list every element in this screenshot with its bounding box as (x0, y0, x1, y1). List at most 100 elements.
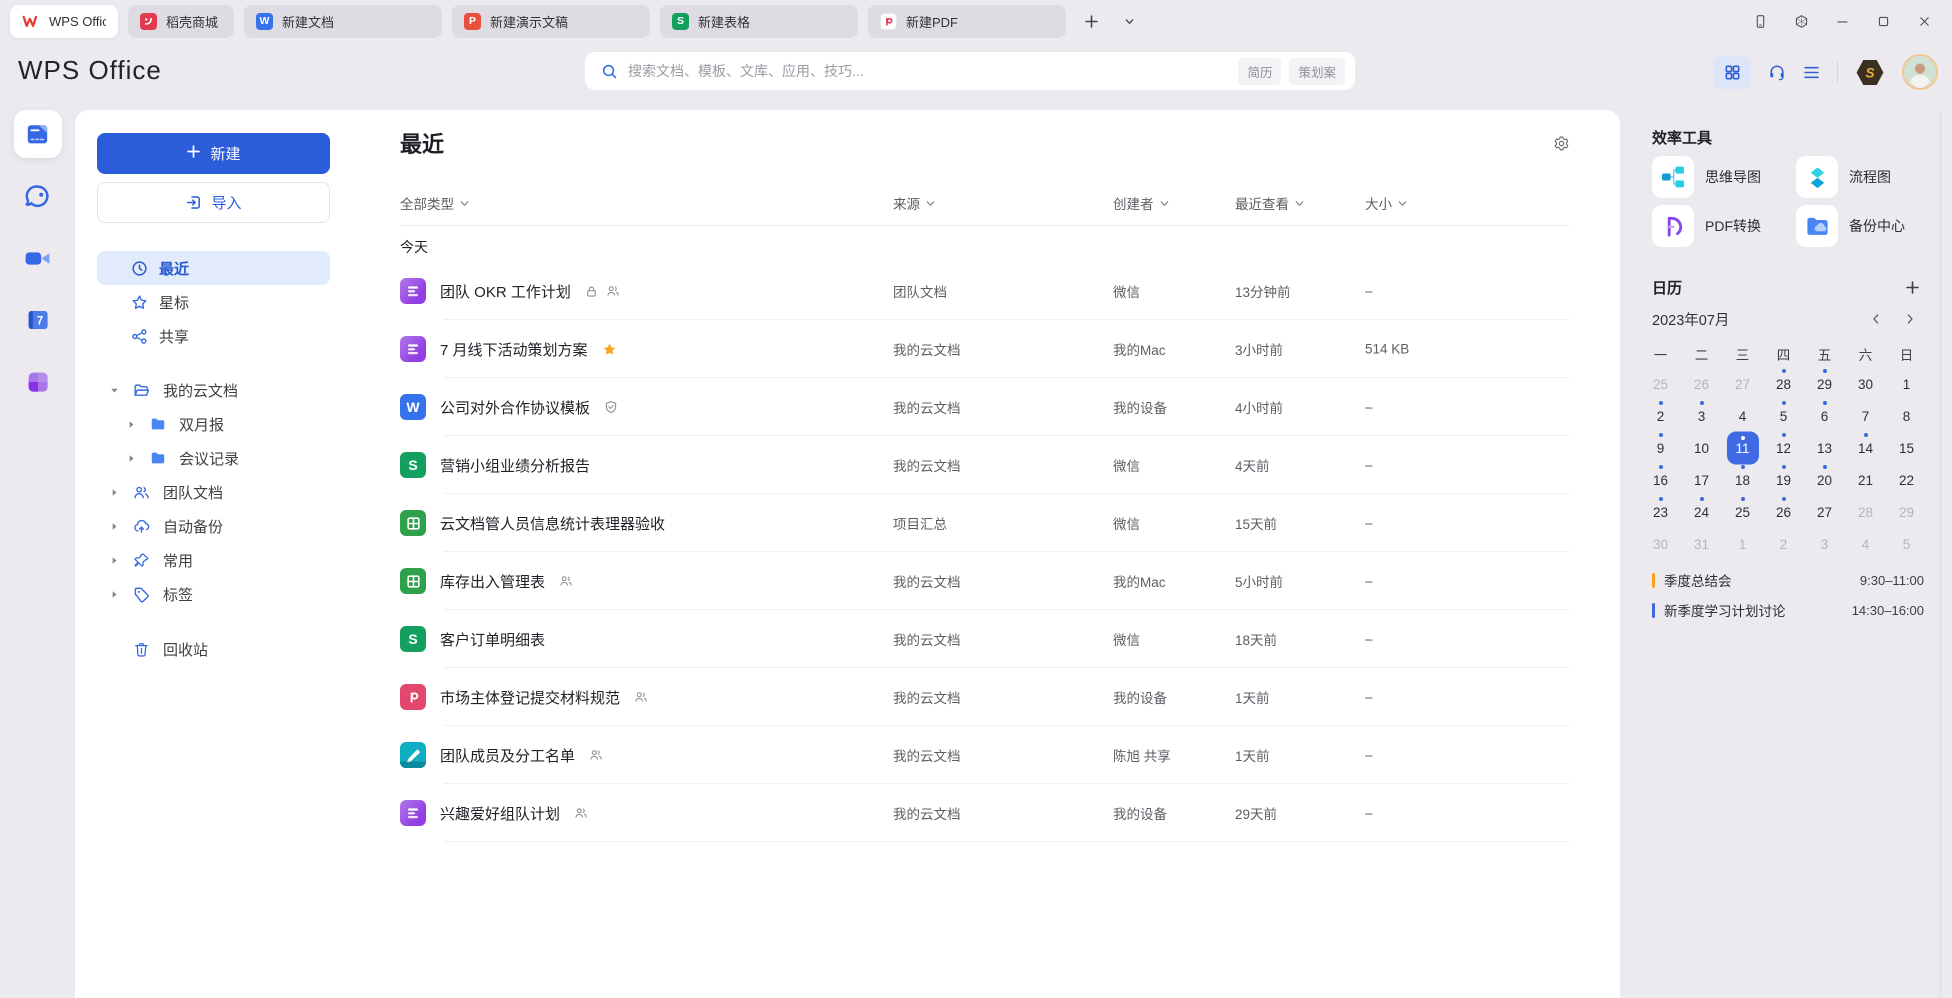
calendar-day[interactable]: 20 (1804, 464, 1845, 496)
rail-meeting[interactable] (14, 234, 62, 282)
tool-shortcut[interactable]: 备份中心 (1796, 205, 1920, 247)
caret-right-icon[interactable] (127, 454, 136, 463)
calendar-day[interactable]: 25 (1722, 496, 1763, 528)
file-row[interactable]: W 公司对外合作协议模板 我的云文档 我的设备 4小时前 – (400, 378, 1570, 436)
calendar-day[interactable]: 19 (1763, 464, 1804, 496)
sidebar-tree-item[interactable]: 标签 (97, 577, 330, 611)
search-suggestion-tag[interactable]: 简历 (1238, 58, 1281, 85)
calendar-day[interactable]: 7 (1845, 400, 1886, 432)
calendar-day[interactable]: 23 (1640, 496, 1681, 528)
sidebar-tree-item[interactable]: 我的云文档 (97, 373, 330, 407)
filter-dropdown[interactable]: 全部类型 (400, 193, 470, 213)
tool-shortcut[interactable]: PDF转换 (1652, 205, 1796, 247)
maximize-button[interactable] (1873, 10, 1893, 32)
caret-right-icon[interactable] (110, 590, 119, 599)
calendar-day[interactable]: 29 (1886, 496, 1927, 528)
support-button[interactable] (1768, 63, 1786, 81)
caret-right-icon[interactable] (110, 488, 119, 497)
search-suggestion-tag[interactable]: 策划案 (1289, 58, 1345, 85)
calendar-prev-button[interactable] (1866, 309, 1886, 329)
calendar-day[interactable]: 24 (1681, 496, 1722, 528)
calendar-day[interactable]: 13 (1804, 432, 1845, 464)
calendar-day[interactable]: 9 (1640, 432, 1681, 464)
calendar-day[interactable]: 30 (1640, 528, 1681, 560)
workspace-button[interactable] (1791, 10, 1811, 32)
calendar-day[interactable]: 28 (1845, 496, 1886, 528)
calendar-day[interactable]: 25 (1640, 368, 1681, 400)
filter-dropdown[interactable]: 来源 (893, 193, 936, 213)
tab-docer-store[interactable]: 稻壳商城 (128, 5, 234, 38)
calendar-day[interactable]: 16 (1640, 464, 1681, 496)
tab-new-sheet[interactable]: S新建表格 (660, 5, 858, 38)
sidebar-item[interactable]: 共享 (97, 319, 330, 353)
calendar-day[interactable]: 28 (1763, 368, 1804, 400)
calendar-day[interactable]: 4 (1722, 400, 1763, 432)
caret-down-icon[interactable] (110, 386, 119, 395)
calendar-day[interactable]: 27 (1804, 496, 1845, 528)
sidebar-item[interactable]: 星标 (97, 285, 330, 319)
tab-new-doc[interactable]: W新建文档 (244, 5, 442, 38)
file-row[interactable]: 7 月线下活动策划方案 我的云文档 我的Mac 3小时前 514 KB (400, 320, 1570, 378)
calendar-day[interactable]: 8 (1886, 400, 1927, 432)
calendar-day[interactable]: 26 (1763, 496, 1804, 528)
calendar-day[interactable]: 5 (1763, 400, 1804, 432)
new-tab-button[interactable] (1080, 10, 1102, 32)
calendar-day[interactable]: 14 (1845, 432, 1886, 464)
calendar-day[interactable]: 17 (1681, 464, 1722, 496)
search-bar[interactable]: 搜索文档、模板、文库、应用、技巧... 简历策划案 (585, 52, 1355, 90)
calendar-day[interactable]: 30 (1845, 368, 1886, 400)
filter-dropdown[interactable]: 最近查看 (1235, 193, 1305, 213)
rail-chat[interactable] (14, 172, 62, 220)
tool-shortcut[interactable]: 流程图 (1796, 156, 1920, 198)
calendar-day[interactable]: 26 (1681, 368, 1722, 400)
calendar-day[interactable]: 22 (1886, 464, 1927, 496)
file-row[interactable]: 云文档管人员信息统计表理器验收 项目汇总 微信 15天前 – (400, 494, 1570, 552)
sidebar-tree-item[interactable]: 双月报 (97, 407, 330, 441)
settings-icon[interactable] (1553, 135, 1570, 152)
sidebar-tree-item[interactable]: 会议记录 (97, 441, 330, 475)
new-document-button[interactable]: 新建 (97, 133, 330, 174)
menu-button[interactable] (1803, 65, 1820, 80)
sidebar-item[interactable]: 最近 (97, 251, 330, 285)
calendar-event[interactable]: 季度总结会 9:30–11:00 (1652, 565, 1924, 595)
calendar-day[interactable]: 6 (1804, 400, 1845, 432)
calendar-day[interactable]: 31 (1681, 528, 1722, 560)
tab-wps-office[interactable]: WPS Office (10, 5, 118, 38)
filter-dropdown[interactable]: 大小 (1365, 193, 1408, 213)
tool-shortcut[interactable]: 思维导图 (1652, 156, 1796, 198)
apps-grid-button[interactable] (1713, 56, 1751, 89)
tab-new-slides[interactable]: P新建演示文稿 (452, 5, 650, 38)
caret-right-icon[interactable] (110, 522, 119, 531)
sidebar-tree-item[interactable]: 自动备份 (97, 509, 330, 543)
calendar-day[interactable]: 4 (1845, 528, 1886, 560)
sidebar-item-trash[interactable]: 回收站 (97, 632, 208, 666)
file-row[interactable]: 市场主体登记提交材料规范 我的云文档 我的设备 1天前 – (400, 668, 1570, 726)
tab-list-dropdown[interactable] (1118, 10, 1140, 32)
file-row[interactable]: S 营销小组业绩分析报告 我的云文档 微信 4天前 – (400, 436, 1570, 494)
calendar-event[interactable]: 新季度学习计划讨论 14:30–16:00 (1652, 595, 1924, 625)
file-row[interactable]: 团队成员及分工名单 我的云文档 陈旭 共享 1天前 – (400, 726, 1570, 784)
sidebar-tree-item[interactable]: 常用 (97, 543, 330, 577)
rail-apps[interactable] (14, 358, 62, 406)
minimize-button[interactable] (1832, 10, 1852, 32)
calendar-day[interactable]: 2 (1763, 528, 1804, 560)
calendar-day[interactable]: 10 (1681, 432, 1722, 464)
calendar-day[interactable]: 1 (1886, 368, 1927, 400)
calendar-day[interactable]: 3 (1681, 400, 1722, 432)
calendar-day[interactable]: 27 (1722, 368, 1763, 400)
rail-docs[interactable] (14, 110, 62, 158)
calendar-day[interactable]: 1 (1722, 528, 1763, 560)
calendar-day[interactable]: 2 (1640, 400, 1681, 432)
file-row[interactable]: 库存出入管理表 我的云文档 我的Mac 5小时前 – (400, 552, 1570, 610)
file-row[interactable]: 团队 OKR 工作计划 团队文档 微信 13分钟前 – (400, 262, 1570, 320)
calendar-day[interactable]: 11 (1722, 432, 1763, 464)
tab-new-pdf[interactable]: 新建PDF (868, 5, 1066, 38)
calendar-day[interactable]: 5 (1886, 528, 1927, 560)
file-row[interactable]: S 客户订单明细表 我的云文档 微信 18天前 – (400, 610, 1570, 668)
rail-calendar[interactable]: 7 (14, 296, 62, 344)
calendar-day[interactable]: 12 (1763, 432, 1804, 464)
file-row[interactable]: 兴趣爱好组队计划 我的云文档 我的设备 29天前 – (400, 784, 1570, 842)
caret-right-icon[interactable] (110, 556, 119, 565)
member-badge-icon[interactable]: S (1855, 59, 1885, 86)
add-event-button[interactable] (1905, 280, 1920, 295)
